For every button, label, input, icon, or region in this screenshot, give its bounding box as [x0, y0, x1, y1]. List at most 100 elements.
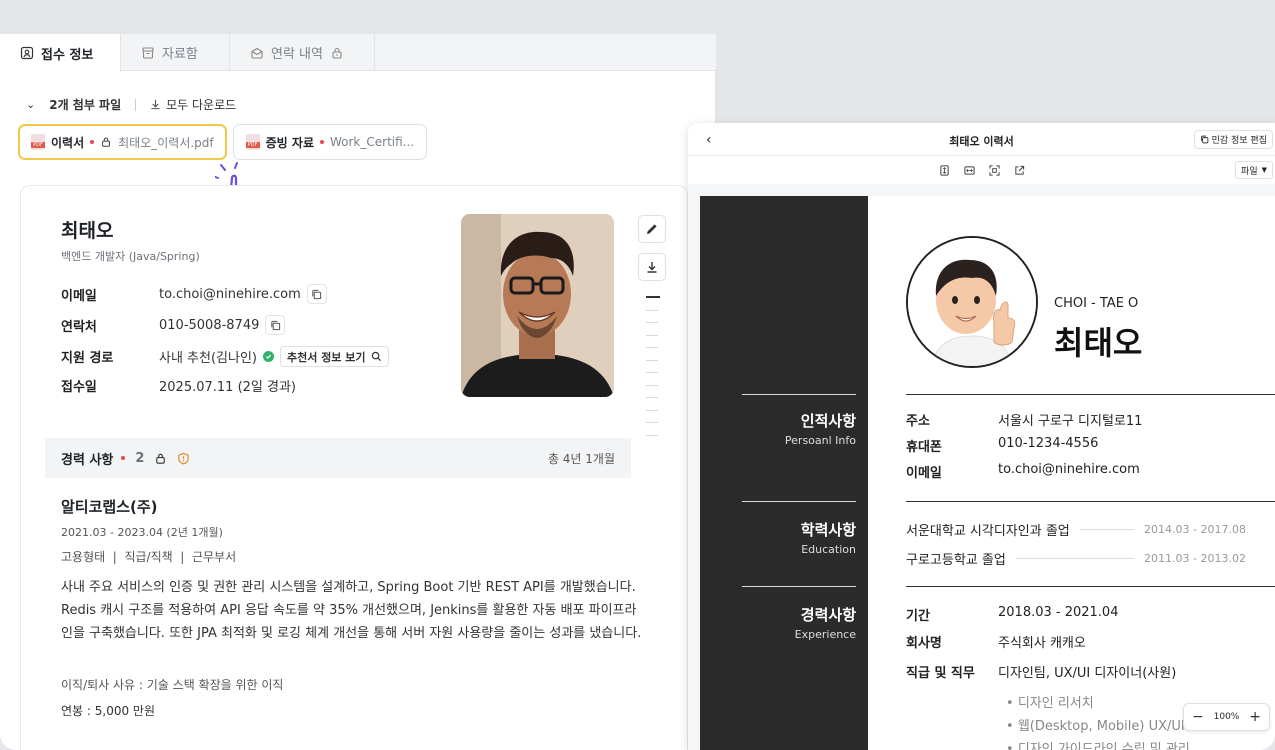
attachment-chip-resume[interactable]: 이력서 최태오_이력서.pdf: [18, 124, 227, 160]
row-value: 서울시 구로구 디지털로11: [998, 414, 1143, 429]
section-scroll-indicator[interactable]: [646, 296, 660, 447]
resume-english-name: CHOI - TAE O: [1054, 296, 1139, 311]
career-total: 총 4년 1개월: [547, 451, 615, 466]
row-value: to.choi@ninehire.com: [998, 462, 1140, 477]
tab-archive[interactable]: 자료함: [121, 34, 230, 71]
section-label-personal: 인적사항 Persoanl Info: [785, 410, 856, 447]
copy-icon: [1200, 135, 1208, 144]
copy-icon: [271, 320, 281, 330]
leave-reason: 이직/퇴사 사유 : 기술 스택 확장을 위한 이직: [61, 678, 284, 692]
viewer-title: 최태오 이력서: [949, 135, 1014, 148]
row-label: 휴대폰: [906, 440, 942, 455]
lock-icon: [332, 47, 342, 59]
attachment-type: 이력서: [51, 135, 85, 150]
viewer-toolbar: [688, 156, 1275, 184]
zoom-control: − 100% +: [1183, 703, 1270, 731]
app-window: 접수 정보 자료함 연락 내역 ⌄ 2개 첨부 파일 모두 다운로드 PDF 이…: [0, 0, 1275, 750]
attachment-filename: 최태오_이력서.pdf: [118, 135, 214, 150]
company-name: 알티코랩스(주): [61, 498, 158, 516]
duty-item: • 디자인 리서치: [1006, 696, 1094, 711]
download-icon: [647, 262, 657, 273]
row-value: 2018.03 - 2021.04: [998, 605, 1119, 620]
pdf-icon: [31, 134, 45, 150]
applicant-card: 최태오 백엔드 개발자 (Java/Spring) 이메일 to.choi@ni…: [20, 185, 688, 750]
duty-text: 웹(Desktop, Mobile) UX/UI: [1017, 719, 1185, 734]
career-count: 2: [135, 450, 145, 466]
lock-icon: [102, 137, 111, 147]
view-referral-button[interactable]: 추천서 정보 보기: [280, 346, 389, 367]
divider: [742, 501, 856, 502]
verified-check-icon: [263, 351, 274, 362]
info-row-phone: 연락처 010-5008-8749: [61, 315, 286, 335]
zoom-out-button[interactable]: −: [1192, 709, 1204, 725]
person-card-icon: [20, 46, 34, 60]
lock-icon: [156, 453, 166, 464]
download-all-button[interactable]: 모두 다운로드: [150, 96, 236, 113]
career-section-header[interactable]: 경력 사항 2 총 4년 1개월: [45, 438, 631, 478]
warning-shield-icon: [178, 452, 190, 465]
experience-row: 회사명 주식회사 캐캐오: [906, 632, 1086, 651]
school-date: 2014.03 - 2017.08: [1144, 523, 1246, 536]
chevron-down-icon[interactable]: ⌄: [26, 98, 35, 111]
tab-bar: 접수 정보 자료함 연락 내역: [0, 34, 716, 72]
download-button[interactable]: [638, 253, 666, 281]
required-dot: [319, 140, 324, 144]
section-label-education: 학력사항 Education: [801, 519, 856, 556]
tab-label: 연락 내역: [271, 47, 323, 62]
edit-sensitive-info-button[interactable]: 민감 정보 편집: [1193, 130, 1273, 149]
required-dot: [121, 456, 126, 460]
info-row-email: 이메일 to.choi@ninehire.com: [61, 284, 327, 304]
duty-item: • 웹(Desktop, Mobile) UX/UI: [1006, 719, 1185, 734]
document-area[interactable]: 인적사항 Persoanl Info 학력사항 Education 경력사항 E…: [688, 184, 1275, 750]
search-icon: [371, 351, 381, 362]
row-label: 회사명: [906, 636, 942, 651]
pencil-icon: [647, 224, 657, 234]
applicant-role: 백엔드 개발자 (Java/Spring): [61, 250, 200, 263]
copy-email-button[interactable]: [306, 284, 327, 304]
career-description: 사내 주요 서비스의 인증 및 권한 관리 시스템을 설계하고, Spring …: [61, 580, 642, 641]
attachment-filename: Work_Certifi...: [329, 135, 415, 149]
divider: [742, 586, 856, 587]
fit-page-icon[interactable]: [988, 164, 1000, 176]
resume-viewer: ‹ 최태오 이력서 민감 정보 편집 파일 ▼ 인적사항 Persoanl In…: [688, 123, 1275, 750]
tab-contact-history[interactable]: 연락 내역: [230, 34, 375, 71]
file-select-value: 파일: [1241, 166, 1258, 177]
row-label: 기간: [906, 609, 930, 624]
experience-row: 기간 2018.03 - 2021.04: [906, 605, 1118, 624]
divider: [742, 394, 856, 395]
envelope-icon: [251, 47, 263, 59]
attachment-chip-certificate[interactable]: 증빙 자료 Work_Certifi...: [232, 124, 428, 160]
info-value: 2025.07.11 (2일 경과): [159, 380, 296, 395]
experience-row: 직급 및 직무 디자인팀, UX/UI 디자이너(사원): [906, 662, 1176, 681]
section-title-ko: 학력사항: [800, 521, 856, 539]
copy-phone-button[interactable]: [265, 315, 286, 335]
open-external-icon[interactable]: [1014, 165, 1025, 176]
info-label: 이메일: [61, 288, 97, 304]
info-value: 010-5008-8749: [159, 317, 260, 333]
row-value: 디자인팀, UX/UI 디자이너(사원): [998, 666, 1177, 681]
caret-down-icon: ▼: [1261, 166, 1267, 174]
info-label: 접수일: [61, 380, 97, 395]
section-title-en: Persoanl Info: [784, 434, 856, 447]
edit-sensitive-label: 민감 정보 편집: [1211, 136, 1267, 146]
fit-width-icon[interactable]: [963, 165, 975, 176]
section-label-experience: 경력사항 Experience: [795, 604, 856, 641]
zoom-level: 100%: [1213, 712, 1240, 722]
edit-button[interactable]: [638, 215, 666, 243]
education-row: 서운대학교 시각디자인과 졸업 2014.03 - 2017.08: [906, 520, 1246, 539]
tab-application-info[interactable]: 접수 정보: [0, 34, 121, 72]
info-value: 사내 추천(김나인): [159, 351, 257, 366]
attachment-chips: 이력서 최태오_이력서.pdf 증빙 자료 Work_Certifi...: [18, 124, 428, 160]
duty-text: 디자인 가이드라인 수립 및 관리: [1017, 742, 1190, 750]
file-select[interactable]: 파일 ▼: [1235, 161, 1273, 179]
section-title-en: Experience: [794, 628, 856, 641]
education-row: 구로고등학교 졸업 2011.03 - 2013.02: [906, 549, 1246, 568]
zoom-in-button[interactable]: +: [1249, 709, 1261, 725]
info-row-date: 접수일 2025.07.11 (2일 경과): [61, 376, 296, 395]
viewer-header: ‹ 최태오 이력서 민감 정보 편집: [688, 123, 1275, 156]
info-value: to.choi@ninehire.com: [159, 286, 301, 302]
row-value: 010-1234-4556: [998, 436, 1099, 451]
fit-height-icon[interactable]: [939, 164, 950, 176]
section-title-ko: 경력사항: [800, 606, 856, 624]
applicant-name: 최태오: [61, 220, 114, 242]
